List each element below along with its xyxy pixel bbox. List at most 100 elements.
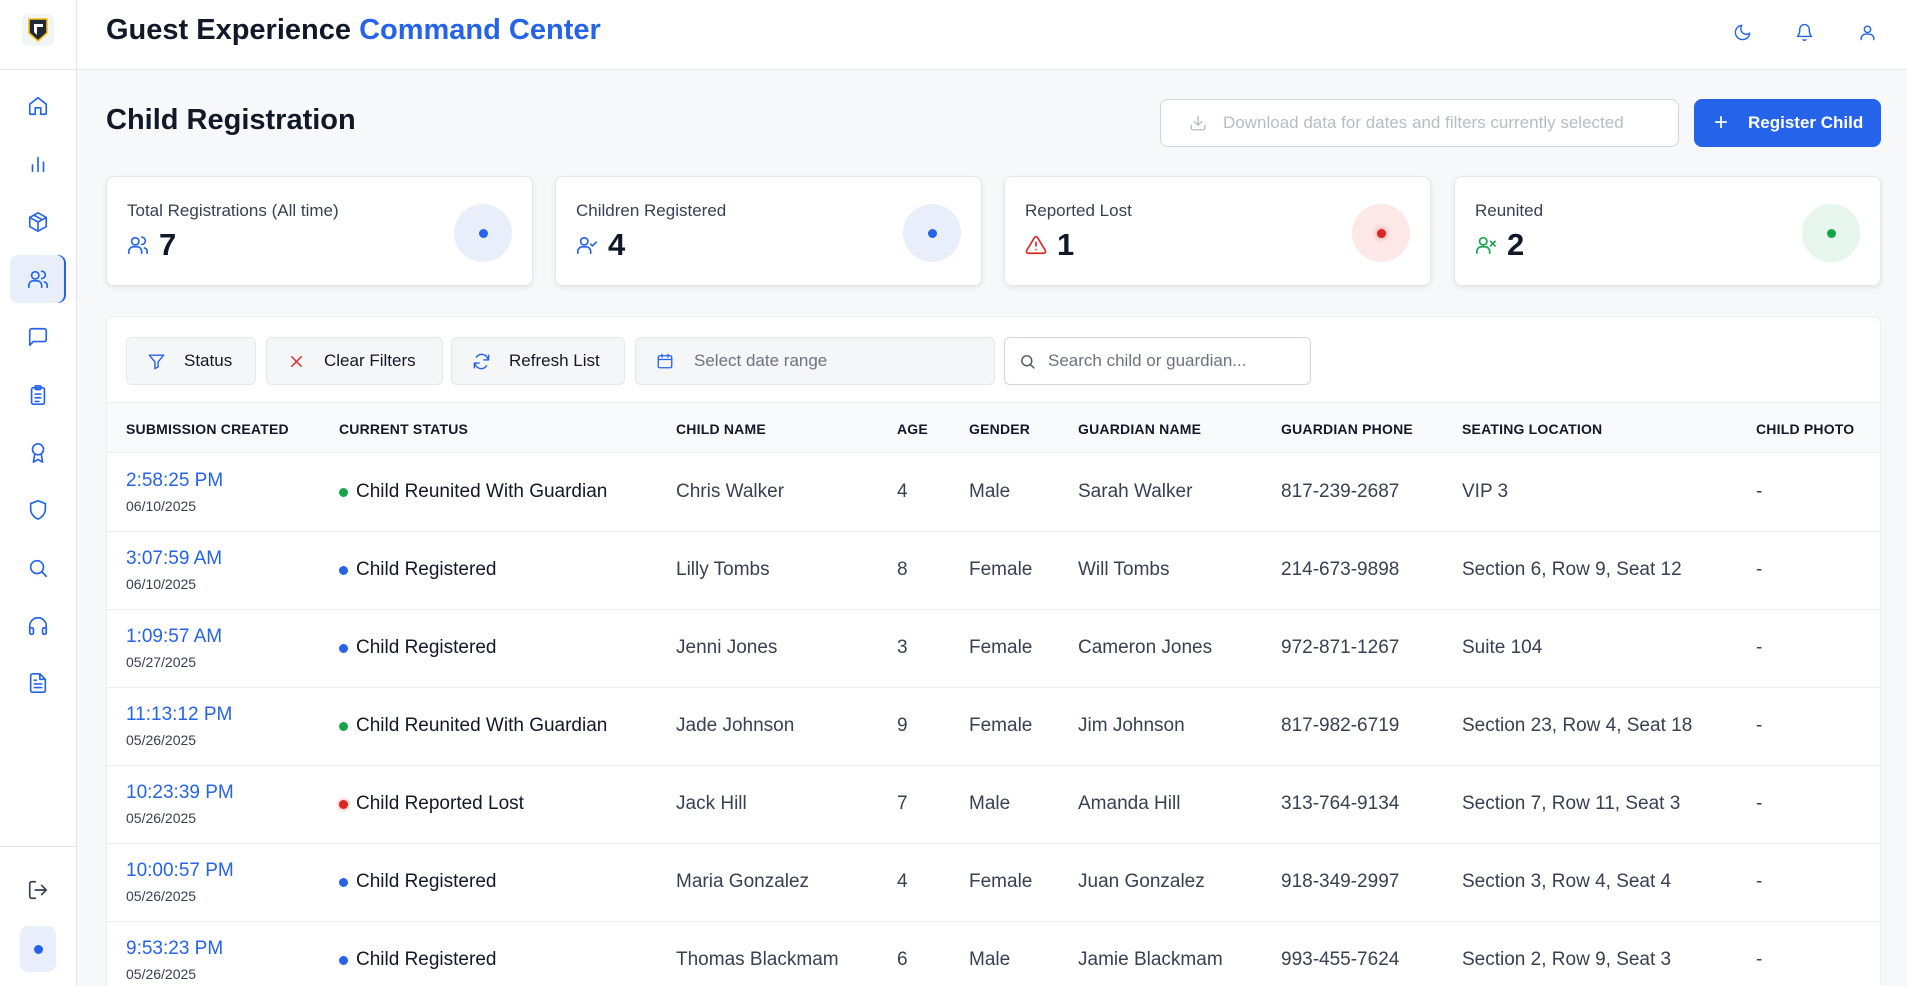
cell-age: 4: [897, 481, 908, 502]
register-child-label: Register Child: [1748, 113, 1864, 132]
cell-guardian: Amanda Hill: [1078, 793, 1181, 814]
status-text: Child Registered: [356, 637, 497, 658]
plus-icon: +: [1714, 109, 1729, 136]
status-cell: Child Reunited With Guardian: [339, 715, 607, 737]
cell-child: Jack Hill: [676, 793, 747, 814]
stat-value: 4: [608, 227, 626, 262]
close-icon: [291, 355, 302, 367]
status-text: Child Reported Lost: [356, 793, 524, 814]
cell-child: Thomas Blackmam: [676, 949, 839, 970]
sidebar-item-security[interactable]: [10, 486, 66, 534]
refresh-list-button[interactable]: Refresh List: [451, 337, 625, 385]
register-child-button[interactable]: + Register Child: [1694, 99, 1881, 147]
cell-seat: Section 7, Row 11, Seat 3: [1462, 793, 1681, 814]
status-dot-icon: [339, 955, 348, 965]
cell-child: Chris Walker: [676, 481, 785, 502]
user-x-icon: [1476, 236, 1496, 255]
download-icon: [1190, 115, 1206, 131]
sidebar-item-inventory[interactable]: [10, 198, 66, 246]
stat-indicator: [1802, 204, 1860, 262]
column-header-photo[interactable]: CHILD PHOTO: [1756, 421, 1854, 437]
calendar-icon: [657, 353, 673, 369]
column-header-status[interactable]: CURRENT STATUS: [339, 421, 468, 437]
table-row[interactable]: 3:07:59 AM 06/10/2025 Child Registered Lill…: [107, 532, 1880, 610]
sidebar-item-analytics[interactable]: [10, 140, 66, 188]
column-header-child-name[interactable]: CHILD NAME: [676, 421, 766, 437]
stat-label: Reunited: [1475, 201, 1544, 220]
message-icon: [28, 327, 48, 347]
cell-gender: Male: [969, 481, 1011, 502]
bar-chart-icon: [31, 156, 45, 173]
status-dot-icon: [339, 799, 348, 809]
status-filter-button[interactable]: Status: [126, 337, 256, 385]
status-text: Child Registered: [356, 871, 497, 892]
sidebar-item-documents[interactable]: [10, 659, 66, 707]
theme-toggle-button[interactable]: [1728, 18, 1756, 46]
submission-date: 05/26/2025: [126, 732, 197, 748]
column-header-gender[interactable]: GENDER: [969, 421, 1030, 437]
cell-photo: -: [1756, 949, 1763, 970]
app-title-accent: Command Center: [359, 14, 601, 46]
column-header-guardian-name[interactable]: GUARDIAN NAME: [1078, 421, 1201, 437]
package-icon: [28, 212, 48, 232]
notifications-button[interactable]: [1790, 18, 1818, 46]
column-header-submission[interactable]: SUBMISSION CREATED: [126, 421, 289, 437]
cell-age: 9: [897, 715, 908, 736]
column-header-age[interactable]: AGE: [897, 421, 928, 437]
cell-phone: 313-764-9134: [1281, 793, 1400, 814]
table-row[interactable]: 11:13:12 PM 05/26/2025 Child Reunited With…: [107, 688, 1880, 766]
cell-phone: 214-673-9898: [1281, 559, 1400, 580]
submission-time-link[interactable]: 1:09:57 AM: [126, 626, 222, 648]
table-row[interactable]: 9:53:23 PM 05/26/2025 Child Registered Thom…: [107, 922, 1880, 986]
date-range-picker[interactable]: Select date range: [635, 337, 995, 385]
status-dot-icon: [339, 721, 348, 731]
cell-gender: Female: [969, 871, 1033, 892]
sidebar: [0, 0, 77, 986]
table-row[interactable]: 2:58:25 PM 06/10/2025 Child Reunited With …: [107, 454, 1880, 532]
filter-icon: [148, 353, 165, 369]
clear-filters-label: Clear Filters: [324, 351, 416, 370]
logout-button[interactable]: [10, 866, 66, 914]
clear-filters-button[interactable]: Clear Filters: [266, 337, 443, 385]
submission-time-link[interactable]: 11:13:12 PM: [126, 704, 232, 726]
stat-label: Children Registered: [576, 201, 727, 220]
submission-time-link[interactable]: 10:23:39 PM: [126, 782, 234, 804]
top-header: Guest Experience Command Center: [77, 0, 1907, 70]
download-data-button[interactable]: Download data for dates and filters curr…: [1160, 99, 1679, 147]
sidebar-item-messages[interactable]: [10, 313, 66, 361]
sidebar-item-guests[interactable]: [10, 255, 66, 303]
submission-time-link[interactable]: 10:00:57 PM: [126, 860, 234, 882]
stat-card-reunited: Reunited 2: [1454, 176, 1881, 286]
cell-seat: Section 6, Row 9, Seat 12: [1462, 559, 1682, 580]
sidebar-item-support[interactable]: [10, 602, 66, 650]
column-header-seating[interactable]: SEATING LOCATION: [1462, 421, 1602, 437]
submission-time-link[interactable]: 3:07:59 AM: [126, 548, 222, 570]
user-check-icon: [577, 236, 597, 255]
search-input[interactable]: [1048, 351, 1288, 371]
table-row[interactable]: 10:23:39 PM 05/26/2025 Child Reported Lost…: [107, 766, 1880, 844]
bell-icon: [1796, 23, 1812, 41]
table-row[interactable]: 1:09:57 AM 05/27/2025 Child Registered Jenn…: [107, 610, 1880, 688]
submission-date: 05/27/2025: [126, 654, 197, 670]
profile-button[interactable]: [1853, 18, 1881, 46]
cell-phone: 817-239-2687: [1281, 481, 1400, 502]
cell-child: Lilly Tombs: [676, 559, 770, 580]
table-row[interactable]: 10:00:57 PM 05/26/2025 Child Registered Mar…: [107, 844, 1880, 922]
cell-guardian: Jamie Blackmam: [1078, 949, 1223, 970]
cell-guardian: Juan Gonzalez: [1078, 871, 1205, 892]
app-logo[interactable]: [22, 14, 54, 46]
cell-phone: 993-455-7624: [1281, 949, 1400, 970]
sidebar-item-search[interactable]: [10, 544, 66, 592]
column-header-guardian-phone[interactable]: GUARDIAN PHONE: [1281, 421, 1413, 437]
sidebar-item-tasks[interactable]: [10, 371, 66, 419]
status-text: Child Reunited With Guardian: [356, 481, 608, 502]
status-cell: Child Registered: [339, 637, 496, 659]
cell-age: 4: [897, 871, 908, 892]
submission-time-link[interactable]: 2:58:25 PM: [126, 470, 223, 492]
user-status-button[interactable]: [20, 926, 56, 972]
shield-icon: [29, 500, 47, 520]
sidebar-item-rewards[interactable]: [10, 429, 66, 477]
sidebar-item-home[interactable]: [10, 82, 66, 130]
submission-time-link[interactable]: 9:53:23 PM: [126, 938, 223, 960]
status-text: Child Registered: [356, 559, 497, 580]
